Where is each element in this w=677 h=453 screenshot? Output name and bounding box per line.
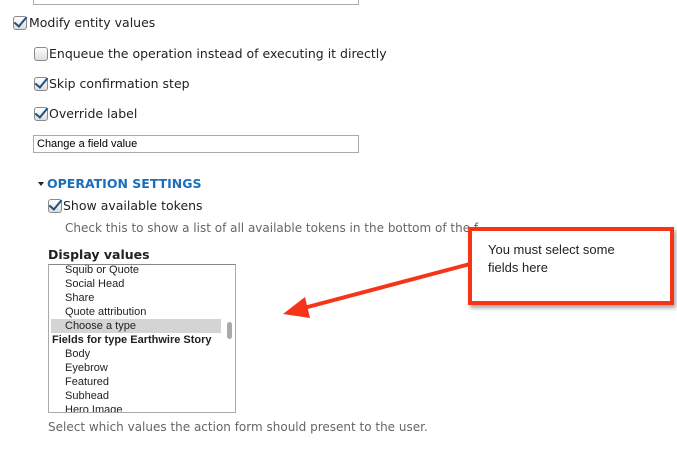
annotation-callout: You must select some fields here	[468, 227, 674, 305]
annotation-text: You must select some fields here	[488, 242, 615, 275]
